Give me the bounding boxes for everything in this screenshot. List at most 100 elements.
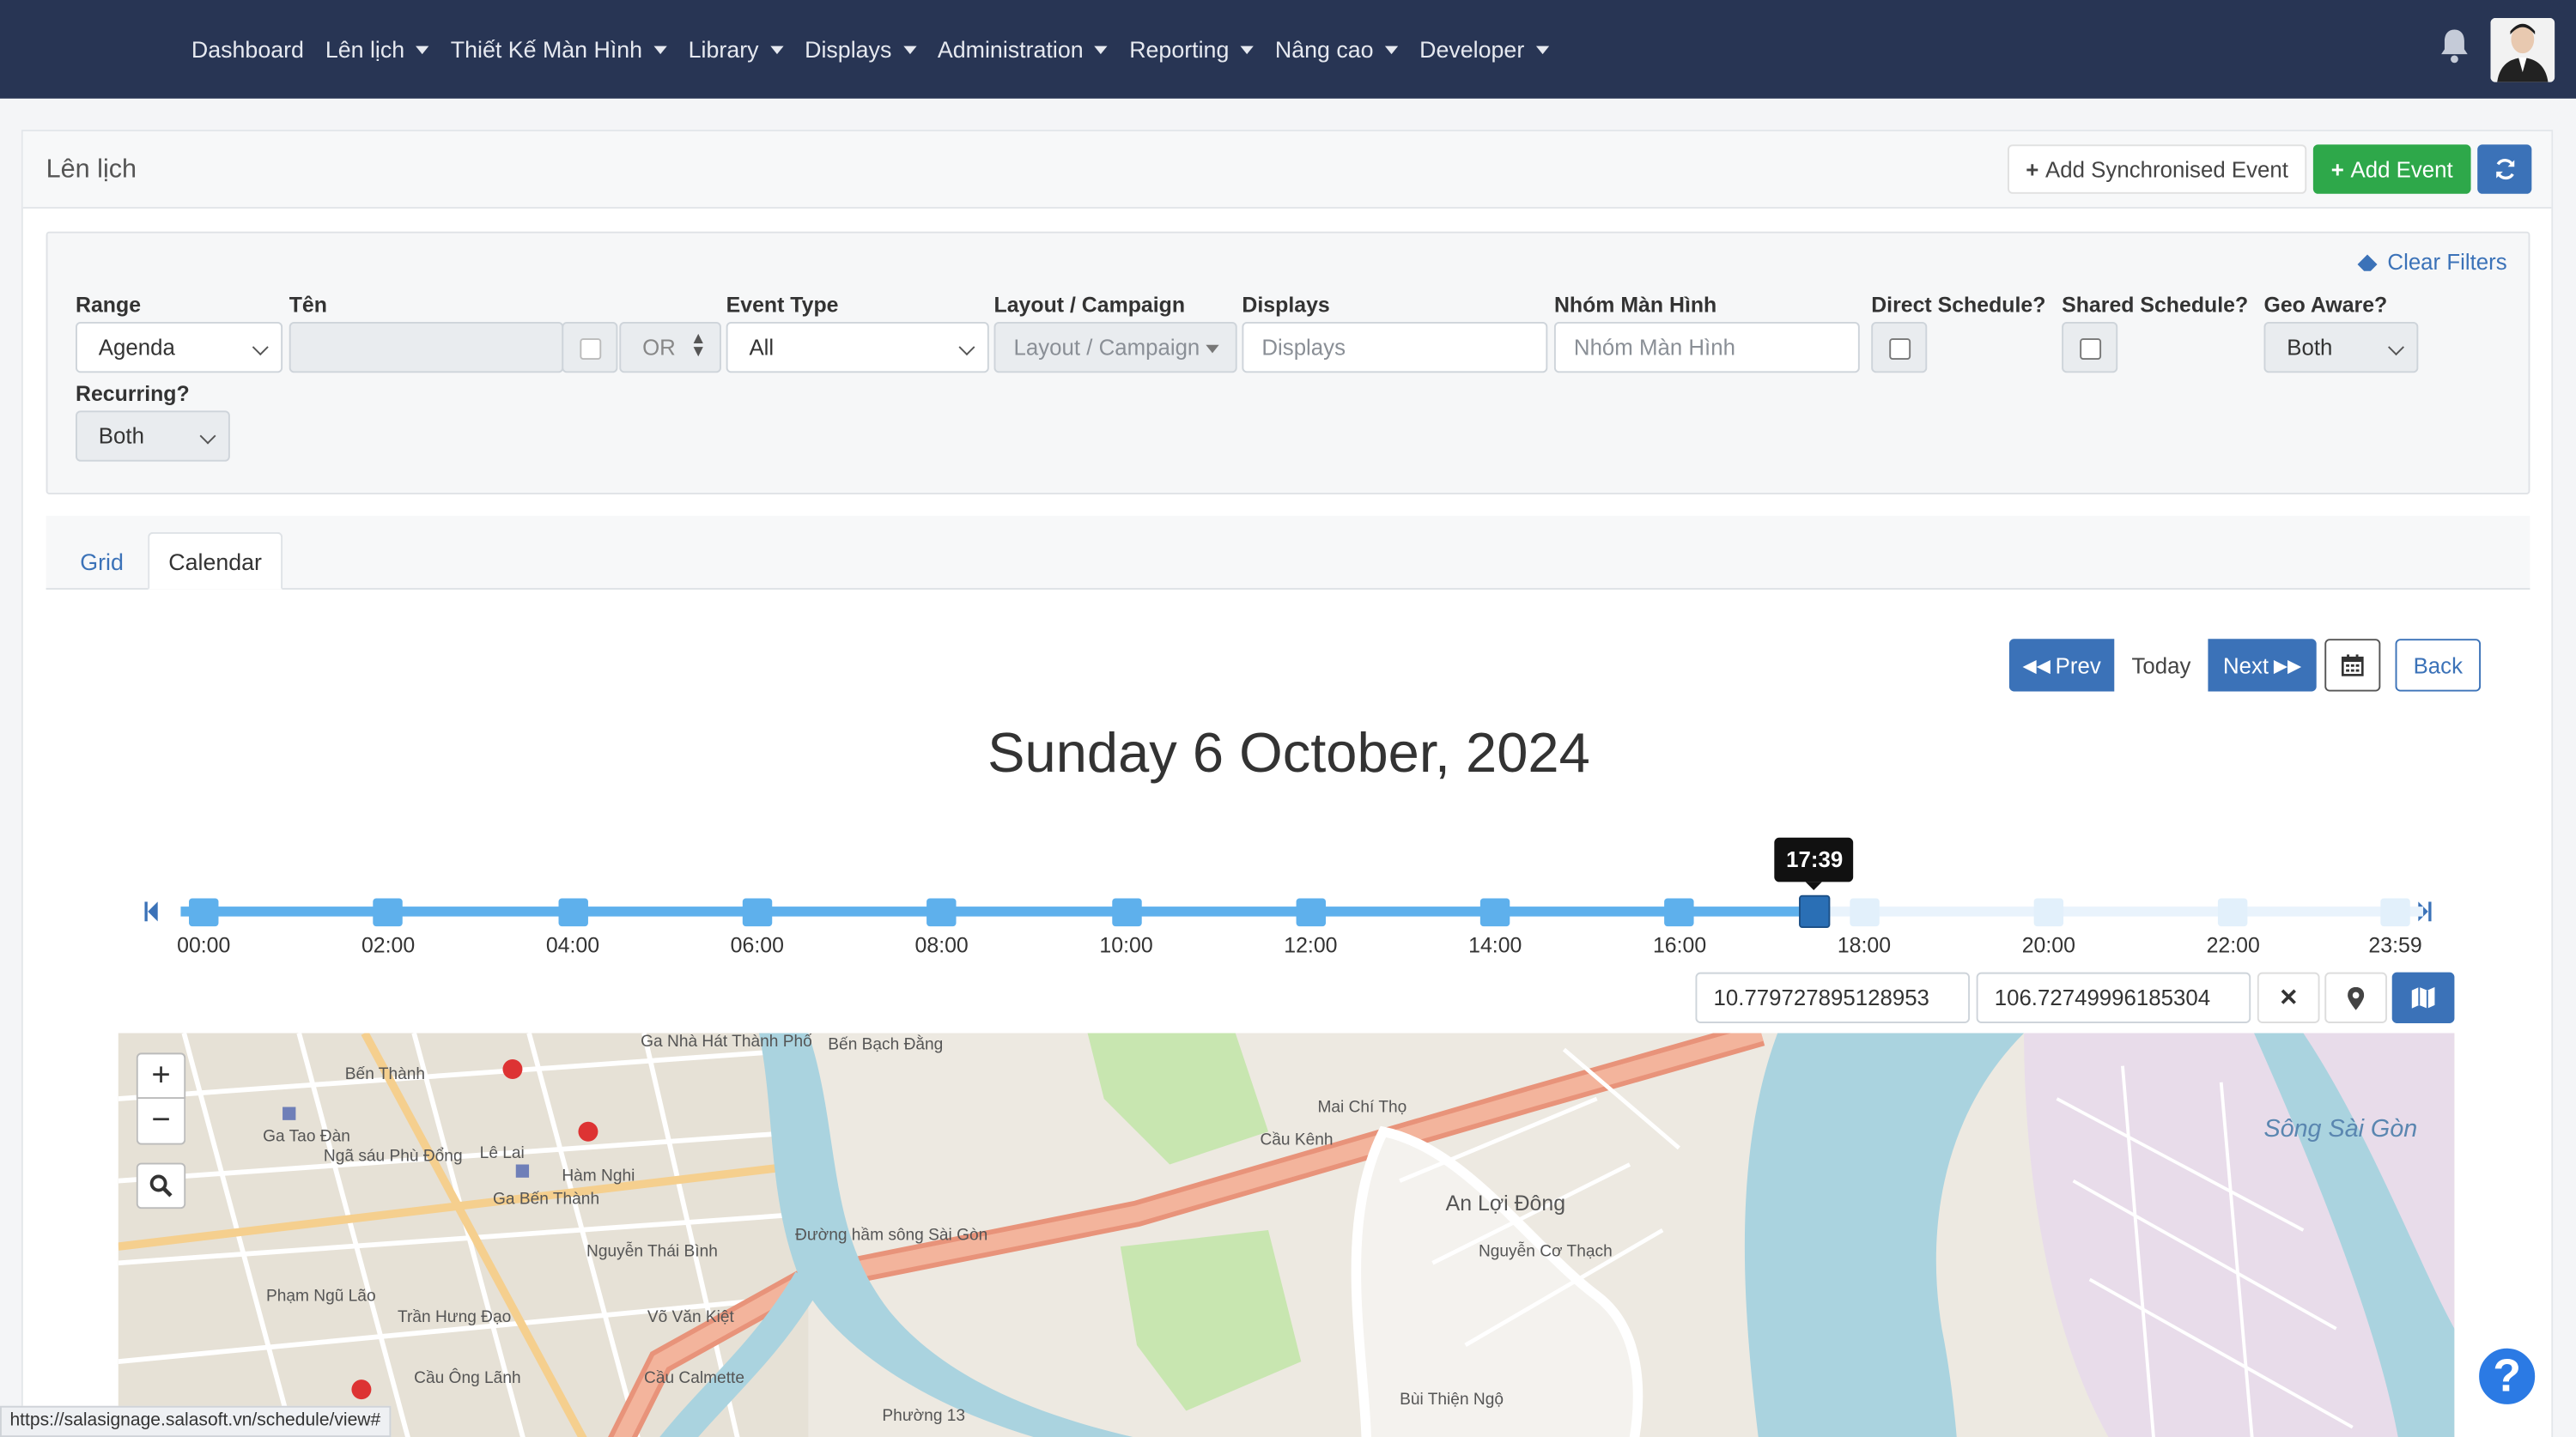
timeline-tick-marker[interactable] <box>2033 898 2064 927</box>
layout-campaign-select[interactable]: Layout / Campaign <box>993 322 1237 373</box>
refresh-button[interactable] <box>2477 144 2532 194</box>
timeline-time-tooltip: 17:39 <box>1775 837 1855 890</box>
timeline-tick-marker[interactable] <box>1111 898 1141 927</box>
direct-schedule-checkbox[interactable] <box>1871 322 1928 373</box>
timeline-tick-marker[interactable] <box>2218 898 2248 927</box>
date-picker-button[interactable] <box>2324 639 2381 692</box>
nav-item-6[interactable]: Reporting <box>1129 36 1255 63</box>
prev-button[interactable]: ◀◀ Prev <box>2008 639 2115 692</box>
tab-grid[interactable]: Grid <box>59 532 144 590</box>
next-button[interactable]: Next ▶▶ <box>2208 639 2317 692</box>
display-group-placeholder: Nhóm Màn Hình <box>1573 335 1735 361</box>
today-button[interactable]: Today <box>2114 639 2208 692</box>
logic-value: OR <box>642 335 676 361</box>
map-view-button[interactable] <box>2391 972 2455 1023</box>
question-icon: ? <box>2493 1349 2522 1402</box>
double-chevron-right-icon: ▶▶ <box>2273 656 2302 676</box>
display-group-input[interactable]: Nhóm Màn Hình <box>1553 322 1860 373</box>
timeline-tick-marker[interactable] <box>189 898 219 927</box>
timeline-tick-label: 00:00 <box>177 932 231 958</box>
nav-item-3[interactable]: Library <box>689 36 784 63</box>
timeline-progress <box>180 906 1815 917</box>
timeline-start-icon[interactable] <box>144 901 159 922</box>
timeline-tick-marker[interactable] <box>742 898 773 927</box>
event-type-value: All <box>749 335 775 361</box>
location-map[interactable]: Bến Thành Ga Tao Đàn Ngã sáu Phù Đổng Lê La… <box>118 1033 2455 1437</box>
add-sync-label: Add Synchronised Event <box>2045 156 2288 182</box>
caret-down-icon <box>1240 45 1255 54</box>
nav-menu: Dashboard Lên lịch Thiết Kế Màn Hình Librar… <box>180 0 1559 99</box>
map-label: Phường 13 <box>882 1407 966 1426</box>
page-title: Lên lịch <box>46 155 137 185</box>
clear-filters-link[interactable]: Clear Filters <box>2356 250 2507 275</box>
zoom-in-button[interactable]: + <box>136 1052 186 1099</box>
name-logic-select[interactable]: OR ▲ ▼ <box>619 322 721 373</box>
double-chevron-left-icon: ◀◀ <box>2022 656 2050 676</box>
map-label: Bến Thành <box>344 1065 426 1084</box>
timeline-tick-marker[interactable] <box>1849 898 1880 927</box>
geo-aware-select[interactable]: Both <box>2263 322 2419 373</box>
timeline-handle[interactable] <box>1799 894 1831 928</box>
name-input[interactable] <box>289 322 564 373</box>
nav-item-8[interactable]: Developer <box>1419 36 1549 63</box>
map-label: Lê Lai <box>479 1144 525 1163</box>
clear-location-button[interactable]: ✕ <box>2257 972 2320 1023</box>
map-label: Ngã sáu Phù Đổng <box>323 1148 463 1167</box>
chevron-down-icon <box>958 339 975 356</box>
caret-down-icon <box>769 45 784 54</box>
map-label: Ga Tao Đàn <box>263 1128 350 1147</box>
map-label: Ga Nhà Hát Thành Phố <box>641 1033 812 1052</box>
timeline-tick-marker[interactable] <box>2380 898 2410 927</box>
map-pin-icon <box>2348 985 2365 1010</box>
map-label: Bùi Thiện Ngộ <box>1400 1391 1504 1410</box>
recurring-select[interactable]: Both <box>76 410 230 462</box>
geo-aware-value: Both <box>2287 335 2333 361</box>
map-label: Cầu Ông Lãnh <box>414 1369 521 1388</box>
nav-item-label: Administration <box>937 36 1084 63</box>
map-label: An Lợi Đông <box>1445 1191 1566 1216</box>
nav-item-1[interactable]: Lên lịch <box>325 36 429 63</box>
zoom-out-button[interactable]: − <box>136 1098 186 1145</box>
timeline-tick-marker[interactable] <box>373 898 404 927</box>
nav-item-5[interactable]: Administration <box>937 36 1109 63</box>
map-label: Nguyễn Thái Bình <box>586 1243 718 1262</box>
nav-item-4[interactable]: Displays <box>805 36 917 63</box>
nav-item-label: Library <box>688 36 759 63</box>
timeline-tick-marker[interactable] <box>557 898 588 927</box>
timeline-tick-marker[interactable] <box>1664 898 1695 927</box>
event-type-select[interactable]: All <box>726 322 989 373</box>
timeline-tick-marker[interactable] <box>927 898 957 927</box>
back-button[interactable]: Back <box>2395 639 2482 692</box>
latitude-input[interactable]: 10.779727895128953 <box>1695 972 1971 1023</box>
longitude-input[interactable]: 106.72749996185304 <box>1976 972 2251 1023</box>
map-search-button[interactable] <box>136 1162 186 1210</box>
add-event-button[interactable]: + Add Event <box>2312 144 2471 194</box>
pick-location-button[interactable] <box>2324 972 2387 1023</box>
name-label: Tên <box>289 292 327 318</box>
nav-item-7[interactable]: Nâng cao <box>1275 36 1399 63</box>
plus-icon: + <box>2026 156 2039 182</box>
close-icon: ✕ <box>2278 984 2299 1010</box>
name-regex-checkbox[interactable] <box>562 322 618 373</box>
caret-down-icon <box>1535 45 1549 54</box>
nav-item-2[interactable]: Thiết Kế Màn Hình <box>451 36 667 63</box>
add-synchronised-event-button[interactable]: + Add Synchronised Event <box>2008 144 2307 194</box>
tab-calendar[interactable]: Calendar <box>148 531 283 590</box>
caret-down-icon <box>1206 344 1219 354</box>
top-navbar: Dashboard Lên lịch Thiết Kế Màn Hình Librar… <box>0 0 2576 99</box>
help-button[interactable]: ? <box>2474 1343 2540 1410</box>
map-label: Ga Bến Thành <box>492 1191 600 1210</box>
map-label: Cầu Kênh <box>1260 1131 1334 1150</box>
timeline-tick-marker[interactable] <box>1296 898 1326 927</box>
bell-icon[interactable] <box>2438 28 2470 64</box>
geo-aware-label: Geo Aware? <box>2263 292 2388 318</box>
shared-schedule-checkbox[interactable] <box>2062 322 2118 373</box>
user-avatar[interactable] <box>2490 18 2555 82</box>
nav-item-0[interactable]: Dashboard <box>191 36 304 63</box>
schedule-card: Lên lịch + Add Synchronised Event + Add … <box>21 130 2554 1437</box>
range-select[interactable]: Agenda <box>76 322 283 373</box>
range-value: Agenda <box>98 335 175 361</box>
timeline-tick-marker[interactable] <box>1480 898 1510 927</box>
displays-input[interactable]: Displays <box>1242 322 1548 373</box>
timeline-tick-label: 14:00 <box>1468 932 1522 958</box>
